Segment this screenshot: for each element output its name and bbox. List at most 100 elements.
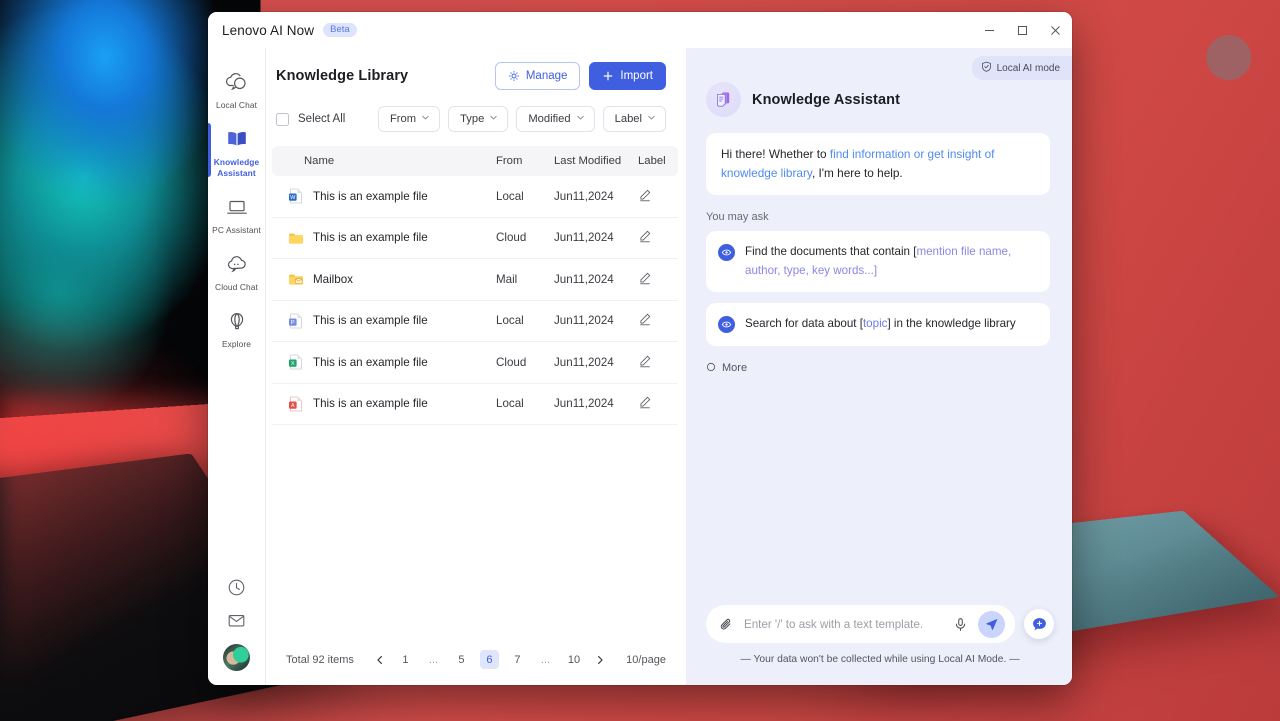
previous-page-button[interactable] xyxy=(373,655,387,665)
page-title: Knowledge Library xyxy=(276,68,409,84)
svg-text:W: W xyxy=(290,195,296,201)
edit-label-icon[interactable] xyxy=(638,312,678,329)
suggestion-card-2[interactable]: Search for data about [topic] in the kno… xyxy=(706,303,1050,346)
shield-check-icon xyxy=(981,61,992,75)
file-name: Mailbox xyxy=(313,272,353,286)
page-1-button[interactable]: 1 xyxy=(396,650,415,669)
table-row[interactable]: W This is an example file Local Jun11,20… xyxy=(272,176,678,218)
edit-label-icon[interactable] xyxy=(638,188,678,205)
table-header-row: Name From Last Modified Label xyxy=(272,146,678,176)
sidebar-item-pc-assistant[interactable]: PC Assistant xyxy=(208,185,266,242)
page-7-button[interactable]: 7 xyxy=(508,650,527,669)
plus-icon xyxy=(602,70,614,82)
avatar[interactable] xyxy=(223,644,250,671)
more-suggestions-button[interactable]: More xyxy=(686,357,1072,375)
table-row[interactable]: Mailbox Mail Jun11,2024 xyxy=(272,259,678,301)
close-button[interactable] xyxy=(1039,12,1072,48)
edit-label-icon[interactable] xyxy=(638,229,678,246)
mail-icon[interactable] xyxy=(227,611,246,630)
filter-row: Select All From Type Modified Label xyxy=(266,90,686,146)
history-icon[interactable] xyxy=(227,578,246,597)
mail-folder-icon xyxy=(289,274,303,285)
select-all-checkbox[interactable] xyxy=(276,112,289,126)
greeting-text-start: Hi there! Whether to xyxy=(721,147,830,161)
filter-modified-label: Modified xyxy=(528,113,571,125)
you-may-ask-label: You may ask xyxy=(706,211,769,224)
window-body: Local Chat Knowledge Assistant PC Assist… xyxy=(208,48,1072,685)
eye-icon xyxy=(718,244,735,262)
knowledge-library-panel: Knowledge Library Manage Import Select A… xyxy=(266,48,686,685)
paperclip-icon[interactable] xyxy=(719,617,734,632)
select-all-label: Select All xyxy=(298,113,346,125)
sidebar-bottom-actions xyxy=(223,578,250,685)
edit-label-icon[interactable] xyxy=(638,271,678,288)
send-button[interactable] xyxy=(978,610,1005,638)
edit-label-icon[interactable] xyxy=(638,395,678,412)
file-source: Local xyxy=(496,314,524,328)
suggestion-card-2-text: Search for data about [topic] in the kno… xyxy=(745,315,1016,334)
filter-label-label: Label xyxy=(614,113,642,125)
column-header-label: Label xyxy=(638,155,666,167)
page-5-button[interactable]: 5 xyxy=(452,650,471,669)
next-page-button[interactable] xyxy=(593,655,607,665)
table-row[interactable]: This is an example file Cloud Jun11,2024 xyxy=(272,218,678,259)
file-modified: Jun11,2024 xyxy=(554,272,614,286)
search-input[interactable] xyxy=(744,617,943,631)
assistant-greeting-bubble: Hi there! Whether to find information or… xyxy=(706,133,1050,196)
filter-type[interactable]: Type xyxy=(448,106,509,132)
suggestion-1-end: ] xyxy=(873,263,878,277)
privacy-note: — Your data won't be collected while usi… xyxy=(740,654,1020,665)
file-name: This is an example file xyxy=(313,189,428,203)
file-name: This is an example file xyxy=(313,314,428,328)
sidebar-item-label: Local Chat xyxy=(215,100,258,110)
chevron-down-icon xyxy=(489,113,498,125)
filter-from-label: From xyxy=(389,113,417,125)
sidebar-item-knowledge-assistant[interactable]: Knowledge Assistant xyxy=(208,117,266,185)
page-10-button[interactable]: 10 xyxy=(564,650,584,669)
sidebar-item-label: PC Assistant xyxy=(212,224,261,235)
filter-modified[interactable]: Modified xyxy=(516,106,595,132)
microphone-icon[interactable] xyxy=(953,617,968,632)
file-source: Cloud xyxy=(496,355,527,369)
filter-from[interactable]: From xyxy=(377,106,441,132)
sidebar-item-local-chat[interactable]: Local Chat xyxy=(208,60,266,117)
edit-label-icon[interactable] xyxy=(638,354,678,371)
title-bar: Lenovo AI Now Beta xyxy=(208,12,1072,48)
file-modified: Jun11,2024 xyxy=(554,189,614,203)
file-table: Name From Last Modified Label W This is … xyxy=(266,146,686,425)
import-button[interactable]: Import xyxy=(589,62,666,90)
page-6-button-active[interactable]: 6 xyxy=(479,650,499,669)
minimize-button[interactable] xyxy=(973,12,1006,48)
more-label: More xyxy=(722,362,748,375)
open-book-icon xyxy=(225,126,249,152)
chat-bubble-button[interactable] xyxy=(1024,609,1054,639)
file-source: Mail xyxy=(496,272,518,286)
suggestion-card-1[interactable]: Find the documents that contain [mention… xyxy=(706,231,1050,293)
pagination: Total 92 items 1 ... 5 6 7 ... 10 10/pag… xyxy=(266,636,686,685)
table-row[interactable]: A This is an example file Local Jun11,20… xyxy=(272,384,678,425)
app-window: Lenovo AI Now Beta Local Chat Knowledge … xyxy=(208,12,1072,685)
page-gap-end: ... xyxy=(540,653,550,666)
table-row[interactable]: P This is an example file Local Jun11,20… xyxy=(272,301,678,342)
manage-button[interactable]: Manage xyxy=(494,62,581,90)
file-name: This is an example file xyxy=(313,231,428,245)
laptop-icon xyxy=(225,194,249,220)
library-header: Knowledge Library Manage Import xyxy=(266,48,686,90)
column-header-last-modified: Last Modified xyxy=(554,155,622,167)
sidebar: Local Chat Knowledge Assistant PC Assist… xyxy=(208,48,266,685)
table-row[interactable]: X This is an example file Cloud Jun11,20… xyxy=(272,342,678,384)
powerpoint-doc-icon: P xyxy=(289,313,302,329)
chevron-down-icon xyxy=(576,113,585,125)
folder-icon xyxy=(289,233,303,244)
sidebar-item-cloud-chat[interactable]: Cloud Chat xyxy=(208,242,266,299)
total-items-label: Total 92 items xyxy=(286,653,354,666)
select-all-control[interactable]: Select All xyxy=(276,112,346,126)
manage-button-label: Manage xyxy=(525,70,568,82)
file-name: This is an example file xyxy=(313,397,428,411)
per-page-selector[interactable]: 10/page xyxy=(626,654,666,666)
file-source: Cloud xyxy=(496,231,527,245)
maximize-button[interactable] xyxy=(1006,12,1039,48)
filter-label[interactable]: Label xyxy=(602,106,666,132)
chat-input-box[interactable] xyxy=(706,605,1015,643)
sidebar-item-explore[interactable]: Explore xyxy=(208,299,266,356)
